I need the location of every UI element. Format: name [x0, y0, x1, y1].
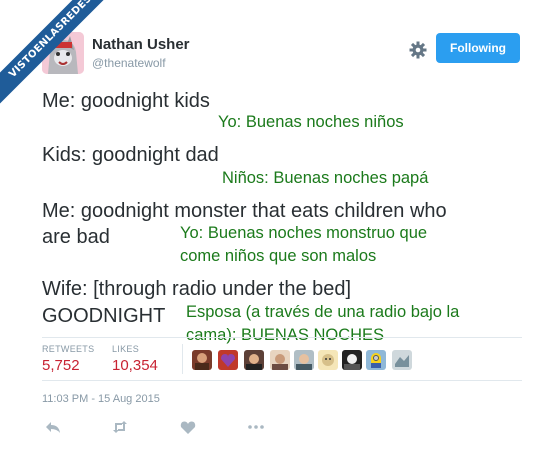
liker-avatar[interactable] — [192, 350, 212, 370]
translation-line: come niños que son malos — [180, 247, 377, 265]
like-icon[interactable] — [179, 418, 197, 436]
translation-line: Niños: Buenas noches papá — [222, 169, 429, 187]
liker-avatar[interactable] — [342, 350, 362, 370]
more-icon[interactable] — [247, 418, 265, 436]
tweet-line: Me: goodnight monster that eats children… — [42, 200, 447, 222]
liker-avatar[interactable] — [366, 350, 386, 370]
translation-line: Esposa (a través de una radio bajo la — [186, 303, 460, 321]
retweets-label: RETWEETS — [42, 344, 95, 354]
likes-label: LIKES — [112, 344, 140, 354]
likes-count: 10,354 — [112, 357, 158, 374]
stats-separator — [182, 344, 183, 374]
watermark-text: VISTOENLASREDES — [0, 0, 110, 110]
tweet-line: are bad — [42, 226, 110, 248]
liker-avatar[interactable] — [270, 350, 290, 370]
divider — [42, 380, 522, 381]
tweet-header: Nathan Usher @thenatewolf Following — [42, 30, 520, 80]
translation-line: Yo: Buenas noches monstruo que — [180, 224, 428, 242]
translation-line: cama): BUENAS NOCHES — [186, 326, 385, 344]
tweet-line: GOODNIGHT — [42, 305, 166, 327]
retweets-count: 5,752 — [42, 357, 80, 374]
gear-icon[interactable] — [408, 40, 428, 60]
tweet-timestamp[interactable]: 11:03 PM - 15 Aug 2015 — [42, 393, 160, 405]
liker-avatar[interactable] — [218, 350, 238, 370]
likes-stat[interactable]: LIKES 10,354 — [112, 344, 158, 374]
translation-line: Yo: Buenas noches niños — [218, 113, 404, 131]
liker-avatar[interactable] — [318, 350, 338, 370]
liker-avatar[interactable] — [244, 350, 264, 370]
retweets-stat[interactable]: RETWEETS 5,752 — [42, 344, 94, 374]
liker-avatar[interactable] — [294, 350, 314, 370]
liker-avatar[interactable] — [392, 350, 412, 370]
retweet-icon[interactable] — [111, 418, 129, 436]
tweet-line: Wife: [through radio under the bed] — [42, 278, 352, 300]
reply-icon[interactable] — [44, 418, 62, 436]
following-button[interactable]: Following — [436, 33, 520, 63]
watermark-ribbon: VISTOENLASREDES — [0, 0, 110, 110]
divider — [42, 337, 522, 338]
tweet-line: Kids: goodnight dad — [42, 144, 219, 166]
